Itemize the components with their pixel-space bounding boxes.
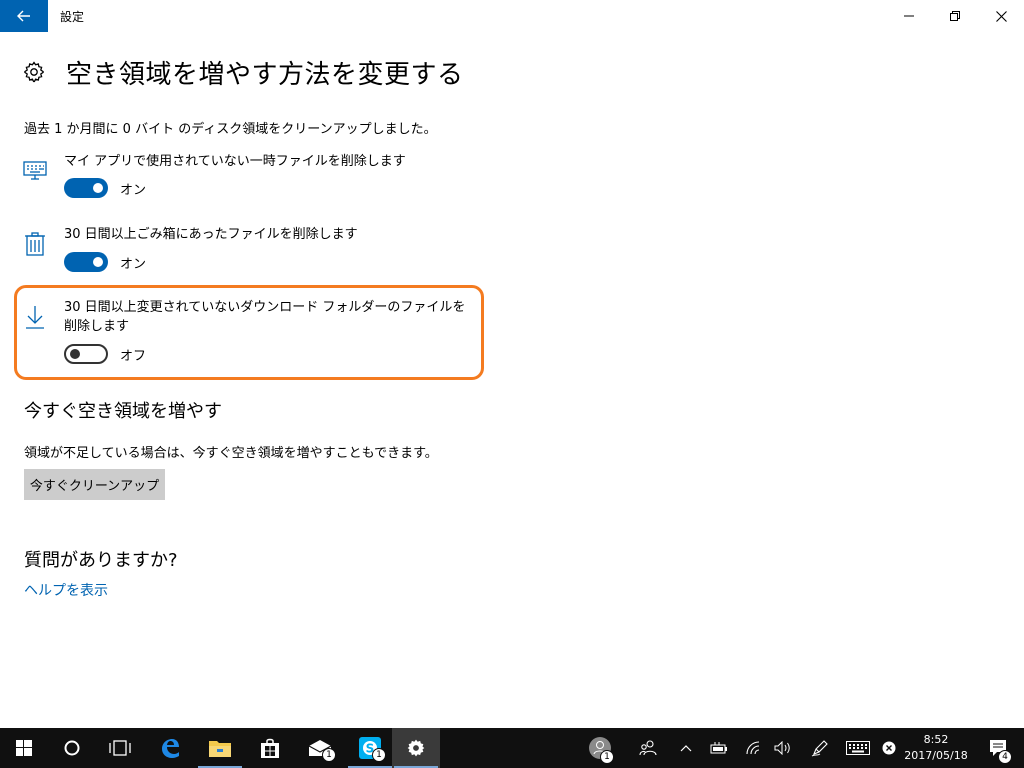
trash-icon [25,232,45,256]
chevron-up-icon [680,745,692,752]
title-bar: 設定 [0,0,1024,32]
notification-badge: 4 [998,750,1012,764]
downloads-folder-toggle[interactable] [64,344,108,364]
minimize-button[interactable] [886,0,932,32]
temp-files-toggle[interactable] [64,178,108,198]
recycle-bin-toggle[interactable] [64,252,108,272]
battery-icon [710,742,727,754]
cortana-circle-icon [64,740,80,756]
free-space-description: 領域が不足している場合は、今すぐ空き領域を増やすこともできます。 [24,446,438,461]
page-title: 空き領域を増やす方法を変更する [66,59,464,90]
task-view-button[interactable] [96,728,144,768]
clock[interactable]: 8:52 2017/05/18 [900,732,972,764]
windows-ink-button[interactable] [806,728,834,768]
keyboard-icon [846,741,870,755]
clock-time: 8:52 [923,733,949,746]
account-button[interactable]: 1 [584,728,616,768]
start-button[interactable] [0,728,48,768]
people-icon [639,740,657,756]
speaker-icon [774,741,790,755]
keyboard-monitor-icon [23,161,47,180]
toggle-state: オフ [120,348,147,364]
option-label: 30 日間以上ごみ箱にあったファイルを削除します [64,227,358,242]
option-temp-files: マイ アプリで使用されていない一時ファイルを削除します オン [22,152,472,202]
close-button[interactable] [978,0,1024,32]
clock-date: 2017/05/18 [904,749,968,762]
show-hidden-icons-button[interactable] [674,728,698,768]
toggle-row: オン [64,252,146,272]
wifi-icon [746,741,760,755]
volume-button[interactable] [770,728,796,768]
toggle-knob [93,257,103,267]
taskbar-edge[interactable] [146,728,194,768]
touch-keyboard-button[interactable] [842,728,874,768]
people-badge: 1 [600,750,614,764]
store-bag-icon [261,738,279,758]
window-title: 設定 [60,10,85,24]
action-center-button[interactable]: 4 [978,728,1018,768]
mail-badge: 1 [322,748,336,762]
taskbar-settings[interactable] [392,728,440,768]
free-space-heading: 今すぐ空き領域を増やす [24,401,222,422]
people-button[interactable] [634,728,662,768]
back-button[interactable] [0,0,48,32]
taskbar-file-explorer[interactable] [196,728,244,768]
back-arrow-icon [17,10,30,22]
toggle-row: オフ [64,344,146,364]
edge-icon [162,739,179,758]
cortana-button[interactable] [48,728,96,768]
tray-status-button[interactable] [878,728,900,768]
close-icon [995,10,1007,22]
toggle-knob [70,349,80,359]
restore-icon [950,11,960,21]
pen-icon [811,740,828,757]
close-circle-icon [882,741,896,755]
toggle-knob [93,183,103,193]
download-icon [26,306,44,329]
option-downloads-folder: 30 日間以上変更されていないダウンロード フォルダーのファイルを削除します オ… [22,298,472,368]
toggle-row: オン [64,178,146,198]
taskbar-skype[interactable]: S 1 [346,728,394,768]
toggle-state: オン [120,256,147,272]
skype-badge: 1 [372,748,386,762]
windows-logo-icon [16,740,32,756]
toggle-state: オン [120,182,147,198]
cleanup-summary: 過去 1 か月間に 0 バイト のディスク領域をクリーンアップしました。 [24,122,437,137]
gear-icon [24,61,44,83]
clean-now-button[interactable]: 今すぐクリーンアップ [24,469,165,500]
task-view-icon [109,740,131,756]
network-button[interactable] [740,728,766,768]
option-label: 30 日間以上変更されていないダウンロード フォルダーのファイルを削除します [64,300,466,334]
page-header: 空き領域を増やす方法を変更する [22,54,464,90]
battery-button[interactable] [706,728,732,768]
help-heading: 質問がありますか? [24,550,178,571]
taskbar-store[interactable] [246,728,294,768]
taskbar-mail[interactable]: 1 [296,728,344,768]
taskbar: 1 S 1 1 8:52 2017/05/18 4 [0,728,1024,768]
get-help-link[interactable]: ヘルプを表示 [24,580,108,600]
settings-gear-icon [407,739,425,757]
minimize-icon [904,15,914,17]
restore-button[interactable] [932,0,978,32]
folder-icon [209,741,231,757]
option-recycle-bin: 30 日間以上ごみ箱にあったファイルを削除します オン [22,225,472,275]
option-label: マイ アプリで使用されていない一時ファイルを削除します [64,154,406,169]
